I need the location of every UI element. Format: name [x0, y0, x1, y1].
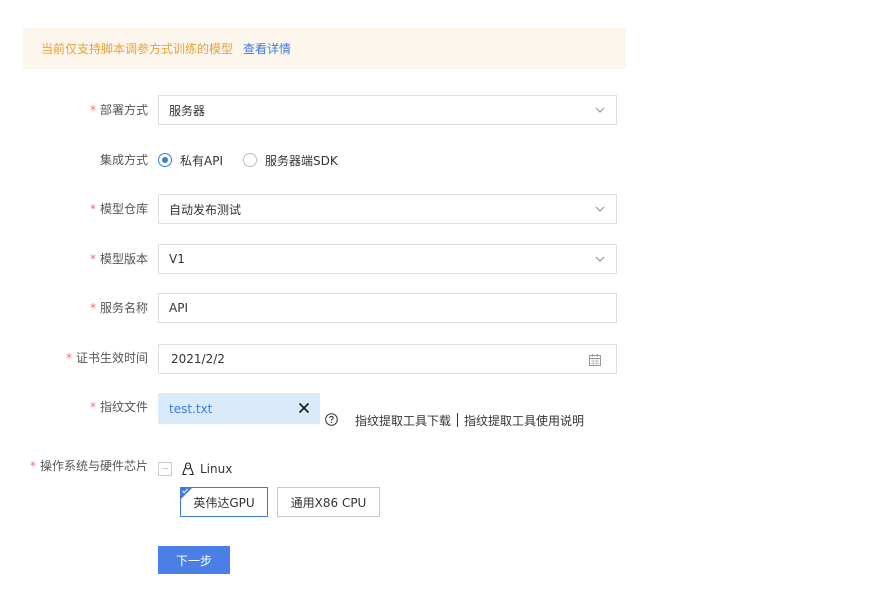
calendar-icon[interactable] — [588, 353, 602, 367]
version-value: V1 — [169, 252, 185, 266]
deploy-select[interactable]: 服务器 — [158, 95, 617, 125]
radio-checked-icon — [158, 153, 172, 167]
os-linux: Linux — [181, 460, 232, 478]
chip-nvidia-gpu[interactable]: 英伟达GPU — [180, 487, 268, 517]
cert-date-value: 2021/2/2 — [171, 352, 225, 366]
integration-radio-group: 私有API 服务器端SDK — [158, 150, 358, 170]
help-icon[interactable] — [325, 413, 338, 426]
notice-text: 当前仅支持脚本调参方式训练的模型 — [41, 42, 234, 56]
cert-date-picker[interactable]: 2021/2/2 — [158, 344, 617, 374]
tool-doc-link[interactable]: 指纹提取工具使用说明 — [464, 412, 584, 429]
linux-penguin-icon — [182, 462, 194, 476]
os-name: Linux — [200, 462, 233, 476]
radio-private-api[interactable]: 私有API — [158, 152, 223, 169]
os-label: * 操作系统与硬件芯片 — [29, 459, 148, 473]
check-icon — [182, 488, 188, 494]
os-indeterminate-checkbox[interactable] — [158, 462, 172, 476]
service-name-input[interactable]: API — [158, 293, 617, 323]
cert-label: * 证书生效时间 — [65, 351, 148, 365]
radio-unchecked-icon — [243, 153, 257, 167]
next-step-button[interactable]: 下一步 — [158, 546, 230, 574]
fingerprint-file-chip: test.txt — [158, 393, 320, 424]
notice-bar: 当前仅支持脚本调参方式训练的模型 查看详情 — [23, 28, 626, 69]
integration-label: 集成方式 — [99, 153, 148, 167]
deploy-value: 服务器 — [169, 103, 206, 118]
divider — [457, 413, 459, 427]
radio-server-sdk[interactable]: 服务器端SDK — [243, 152, 338, 169]
version-label: * 模型版本 — [89, 252, 148, 266]
chip-x86-cpu[interactable]: 通用X86 CPU — [277, 487, 380, 517]
fingerprint-tool-links: 指纹提取工具下载 指纹提取工具使用说明 — [355, 410, 584, 430]
version-select[interactable]: V1 — [158, 244, 617, 274]
chevron-down-icon — [595, 107, 605, 113]
view-details-link[interactable]: 查看详情 — [243, 40, 291, 57]
repo-value: 自动发布测试 — [169, 202, 242, 217]
file-name: test.txt — [169, 401, 213, 416]
chevron-down-icon — [595, 206, 605, 212]
tool-download-link[interactable]: 指纹提取工具下载 — [355, 412, 451, 429]
repo-select[interactable]: 自动发布测试 — [158, 194, 617, 224]
fingerprint-label: * 指纹文件 — [89, 400, 148, 414]
repo-label: * 模型仓库 — [89, 202, 148, 216]
deploy-label: * 部署方式 — [89, 103, 148, 117]
close-icon[interactable] — [298, 402, 310, 414]
chevron-down-icon — [595, 256, 605, 262]
service-label: * 服务名称 — [89, 301, 148, 315]
service-value: API — [169, 301, 188, 315]
